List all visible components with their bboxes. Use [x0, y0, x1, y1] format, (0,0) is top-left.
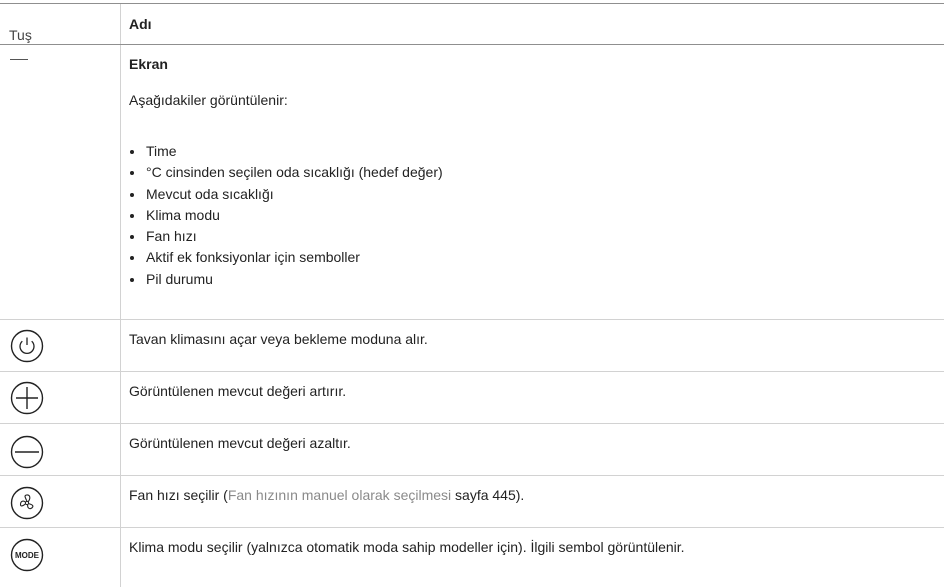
mode-icon-text: MODE — [15, 551, 40, 560]
fan-description-prefix: Fan hızı seçilir ( — [129, 487, 228, 503]
display-title: Ekran — [129, 56, 168, 72]
table-row-power: Tavan klimasını açar veya bekleme moduna… — [0, 319, 944, 371]
list-item: Pil durumu — [129, 269, 443, 290]
table-row-display: Ekran Aşağıdakiler görüntülenir: Time °C… — [0, 44, 944, 319]
list-item: Mevcut oda sıcaklığı — [129, 184, 443, 205]
fan-description-suffix: sayfa 445). — [451, 487, 525, 503]
table-header-row: Tuş Adı — [0, 3, 944, 44]
plus-icon — [10, 381, 44, 415]
table-row-plus: Görüntülenen mevcut değeri artırır. — [0, 371, 944, 423]
minus-description: Görüntülenen mevcut değeri azaltır. — [129, 435, 351, 451]
display-intro: Aşağıdakiler görüntülenir: — [129, 92, 288, 108]
list-item: °C cinsinden seçilen oda sıcaklığı (hede… — [129, 162, 443, 183]
fan-icon — [10, 486, 44, 520]
power-description: Tavan klimasını açar veya bekleme moduna… — [129, 331, 428, 347]
header-key-label: Tuş — [9, 27, 32, 43]
list-item: Time — [129, 141, 443, 162]
table-row-fan: Fan hızı seçilir (Fan hızının manuel ola… — [0, 475, 944, 527]
fan-speed-manual-link[interactable]: Fan hızının manuel olarak seçilmesi — [228, 487, 451, 503]
mode-description: Klima modu seçilir (yalnızca otomatik mo… — [129, 539, 685, 555]
key-function-table: Tuş Adı Ekran Aşağıdakiler görüntülenir:… — [0, 0, 944, 587]
table-row-mode: MODE Klima modu seçilir (yalnızca otomat… — [0, 527, 944, 587]
plus-description: Görüntülenen mevcut değeri artırır. — [129, 383, 347, 399]
list-item: Aktif ek fonksiyonlar için semboller — [129, 247, 443, 268]
display-dash-symbol — [10, 59, 28, 60]
table-row-minus: Görüntülenen mevcut değeri azaltır. — [0, 423, 944, 475]
list-item: Klima modu — [129, 205, 443, 226]
list-item: Fan hızı — [129, 226, 443, 247]
minus-icon — [10, 435, 44, 469]
power-icon — [10, 329, 44, 363]
mode-icon: MODE — [10, 538, 44, 572]
display-items-list: Time °C cinsinden seçilen oda sıcaklığı … — [129, 141, 443, 290]
header-name-label: Adı — [129, 16, 152, 32]
fan-description: Fan hızı seçilir (Fan hızının manuel ola… — [129, 487, 524, 503]
